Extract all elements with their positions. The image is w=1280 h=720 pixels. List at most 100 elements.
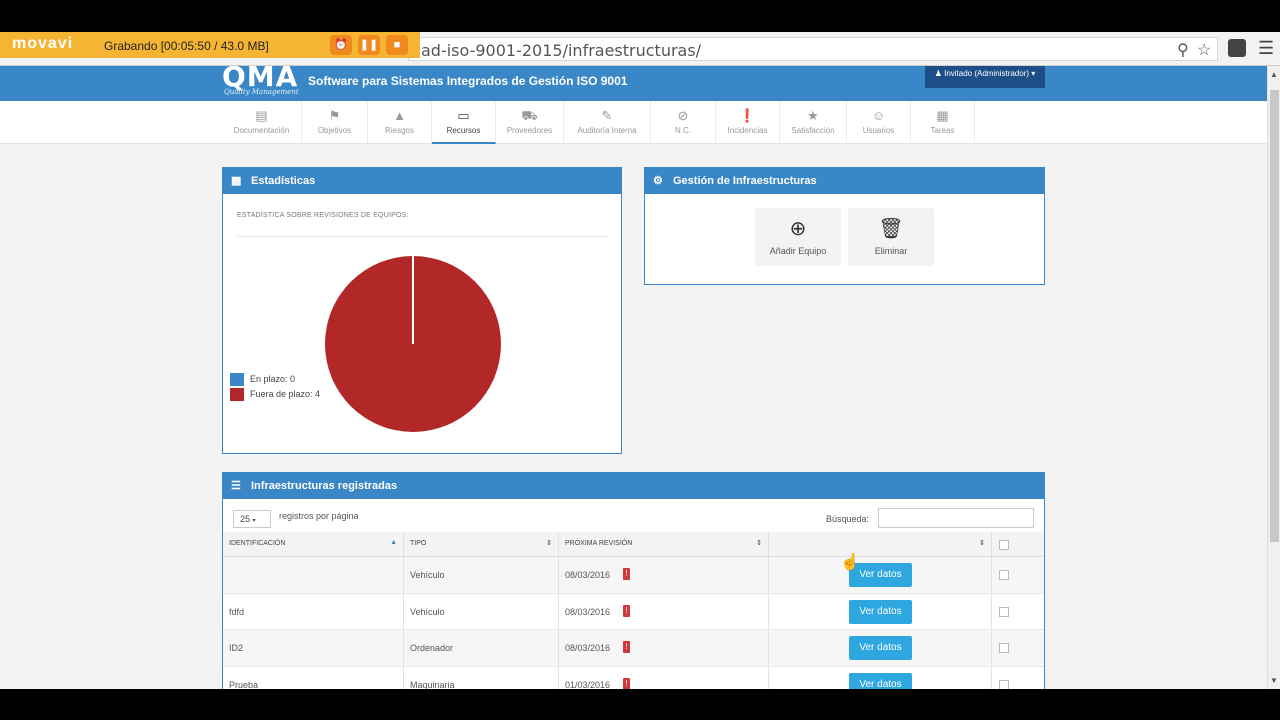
nav-item-tareas[interactable]: ▦ Tareas xyxy=(911,101,975,144)
cell-tipo: Vehículo xyxy=(404,557,559,593)
cell-action: Ver datos xyxy=(769,666,992,689)
scroll-up-icon[interactable]: ▲ xyxy=(1270,70,1278,79)
scrollbar-thumb[interactable] xyxy=(1270,90,1279,542)
address-bar[interactable]: ad-iso-9001-2015/infraestructuras/ ⚲ ☆ xyxy=(408,37,1218,61)
col-header-identificacion[interactable]: IDENTIFICACIÓN ▲ xyxy=(223,532,404,556)
nav-label: N.C. xyxy=(675,126,691,135)
cell-text: fdfd xyxy=(229,606,245,617)
delete-button[interactable]: 🗑 Eliminar xyxy=(848,208,934,266)
page-scrollbar[interactable]: ▲ ▼ xyxy=(1267,66,1280,689)
nav-item-proveedores[interactable]: ⛟ Proveedores xyxy=(496,101,564,144)
truck-icon: ⛟ xyxy=(521,108,538,123)
movavi-logo: movavi xyxy=(12,35,74,52)
cell-fecha: 01/03/2016! xyxy=(559,666,769,689)
nav-item-documentacion[interactable]: ▤ Documentación xyxy=(222,101,302,144)
nav-label: Documentación xyxy=(233,126,290,135)
bar-chart-icon: ▩ xyxy=(231,175,242,187)
col-header-actions[interactable]: ⇕ xyxy=(769,532,992,556)
overdue-badge-icon: ! xyxy=(623,604,630,617)
cell-text: Vehículo xyxy=(410,606,445,617)
gear-icon: ⚙ xyxy=(653,175,663,187)
nav-item-incidencias[interactable]: ❗ Incidencias xyxy=(716,101,780,144)
nav-item-objetivos[interactable]: ⚑ Objetivos xyxy=(302,101,368,144)
nav-item-riesgos[interactable]: ▲ Riesgos xyxy=(368,101,432,144)
pause-icon[interactable]: ❚❚ xyxy=(358,35,380,55)
legend-swatch xyxy=(230,373,244,386)
ver-datos-button[interactable]: Ver datos xyxy=(849,636,912,660)
col-label: IDENTIFICACIÓN xyxy=(229,540,286,547)
star-icon: ★ xyxy=(807,108,819,123)
add-equipment-label: Añadir Equipo xyxy=(769,246,827,256)
stats-panel: ▩ Estadísticas ESTADÍSTICA SOBRE REVISIO… xyxy=(222,167,622,454)
registros-title: Infraestructuras registradas xyxy=(251,480,398,492)
per-page-select[interactable]: 25 ▾ xyxy=(233,510,271,528)
extension-icon[interactable] xyxy=(1228,39,1246,57)
gestion-title: Gestión de Infraestructuras xyxy=(673,175,817,187)
legend-item-fuera-de-plazo: Fuera de plazo: 4 xyxy=(230,388,320,401)
alarm-clock-icon[interactable]: ⏰ xyxy=(330,35,352,55)
cell-tipo: Vehículo xyxy=(404,593,559,629)
row-checkbox[interactable] xyxy=(999,570,1009,580)
nav-label: Proveedores xyxy=(506,126,553,135)
stop-icon[interactable]: ■ xyxy=(386,35,408,55)
table-row: fdfd Vehículo 08/03/2016! Ver datos xyxy=(223,593,1044,630)
col-label: TIPO xyxy=(410,540,427,547)
sort-icon: ⇕ xyxy=(756,540,762,547)
user-menu-button[interactable]: ♟ Invitado (Administrador) ▾ xyxy=(925,66,1045,88)
sort-icon: ⇕ xyxy=(979,540,985,547)
cell-text: ID2 xyxy=(229,643,244,653)
recorder-overlay: movavi Grabando [00:05:50 / 43.0 MB] ⏰ ❚… xyxy=(0,32,420,58)
search-icon[interactable]: ⚲ xyxy=(1177,40,1189,60)
nav-item-auditoria-interna[interactable]: ✎ Auditoría Interna xyxy=(564,101,651,144)
cell-select xyxy=(992,557,1044,593)
cell-text: 08/03/2016 xyxy=(565,643,611,653)
gestion-panel-header: ⚙ Gestión de Infraestructuras xyxy=(645,168,1044,194)
nav-label: Usuarios xyxy=(862,126,895,135)
document-icon: ▤ xyxy=(255,108,268,123)
col-header-tipo[interactable]: TIPO ⇕ xyxy=(404,532,559,556)
ver-datos-button[interactable]: Ver datos xyxy=(849,672,912,689)
cell-text: Maquinaria xyxy=(410,679,455,690)
cell-id: ID2 xyxy=(223,630,404,666)
user-label: Invitado (Administrador) xyxy=(944,69,1030,78)
flag-icon: ⚑ xyxy=(328,108,341,123)
stats-title: Estadísticas xyxy=(251,175,316,187)
ban-icon: ⊘ xyxy=(677,108,689,123)
row-checkbox[interactable] xyxy=(999,606,1009,617)
nav-item-recursos[interactable]: ▭ Recursos xyxy=(432,101,496,144)
add-equipment-button[interactable]: ⊕ Añadir Equipo xyxy=(755,208,841,266)
star-icon[interactable]: ☆ xyxy=(1197,40,1211,60)
stats-panel-header: ▩ Estadísticas xyxy=(223,168,621,194)
ver-datos-button[interactable]: Ver datos xyxy=(849,599,912,624)
row-checkbox[interactable] xyxy=(999,643,1009,653)
nav-label: Auditoría Interna xyxy=(577,126,637,135)
cell-action: Ver datos xyxy=(769,630,992,666)
cell-id xyxy=(223,557,404,593)
menu-icon[interactable]: ☰ xyxy=(1258,38,1274,59)
nav-item-nc[interactable]: ⊘ N.C. xyxy=(651,101,716,144)
col-header-proxima-revision[interactable]: PRÓXIMA REVISIÓN ⇕ xyxy=(559,532,769,556)
sort-asc-icon: ▲ xyxy=(390,539,397,546)
plus-circle-icon: ⊕ xyxy=(789,218,807,240)
select-all-checkbox[interactable] xyxy=(999,540,1009,550)
cell-action: Ver datos xyxy=(769,593,992,629)
scroll-down-icon[interactable]: ▼ xyxy=(1270,676,1278,685)
stats-subtitle: ESTADÍSTICA SOBRE REVISIONES DE EQUIPOS: xyxy=(237,212,409,219)
search-input[interactable] xyxy=(878,508,1034,528)
per-page-value: 25 xyxy=(240,514,251,524)
app-header: QMA Quality Management Software para Sis… xyxy=(0,66,1267,101)
cell-select xyxy=(992,667,1044,689)
users-icon: ☺ xyxy=(871,108,886,123)
recording-status: Grabando [00:05:50 / 43.0 MB] xyxy=(104,39,269,53)
sort-icon: ⇕ xyxy=(546,540,552,547)
nav-item-satisfaccion[interactable]: ★ Satisfacción xyxy=(780,101,847,144)
nav-item-usuarios[interactable]: ☺ Usuarios xyxy=(847,101,911,144)
calendar-icon: ▦ xyxy=(936,108,949,123)
cell-fecha: 08/03/2016! xyxy=(559,630,769,666)
cell-select xyxy=(992,594,1044,630)
cell-text: Prueba xyxy=(229,679,259,690)
main-nav: ▤ Documentación ⚑ Objetivos ▲ Riesgos ▭ … xyxy=(0,101,1267,144)
table-row: Prueba Maquinaria 01/03/2016! Ver datos xyxy=(223,666,1044,690)
nav-label: Incidencias xyxy=(727,126,768,135)
row-checkbox[interactable] xyxy=(999,679,1009,689)
